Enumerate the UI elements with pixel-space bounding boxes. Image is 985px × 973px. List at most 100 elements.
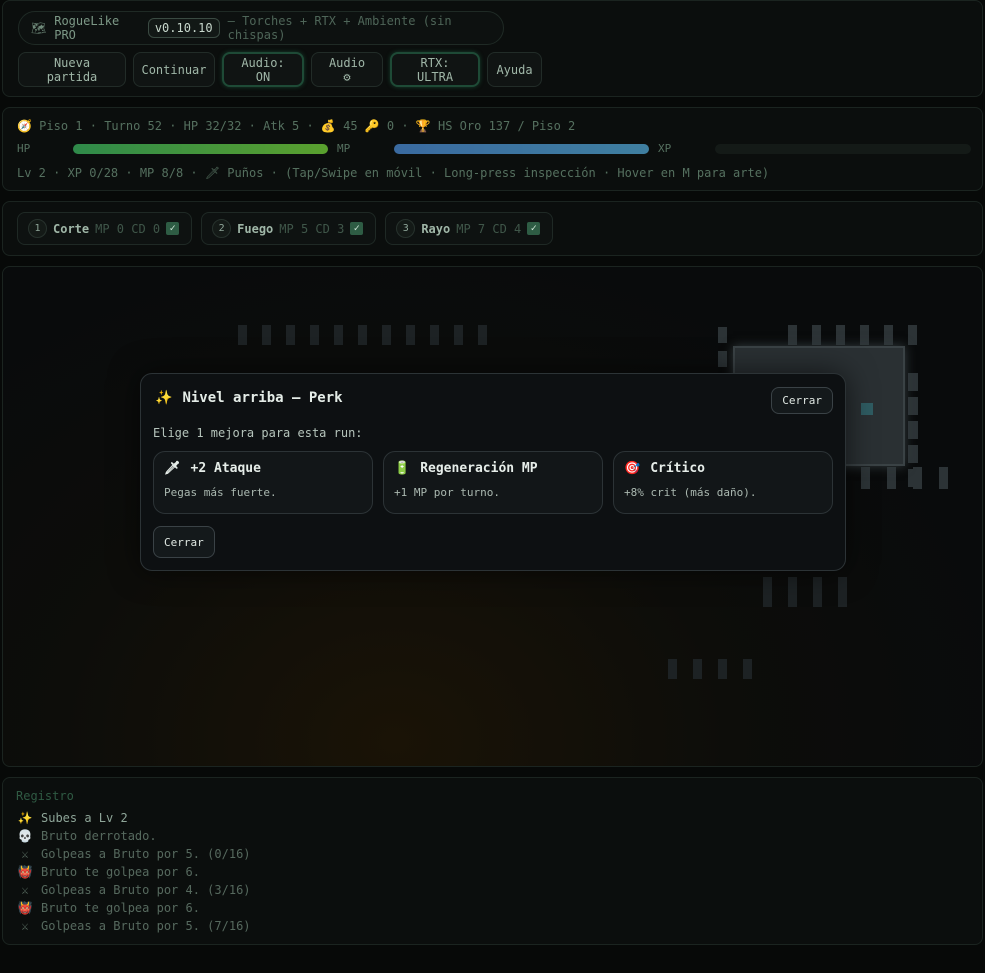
modal-title: ✨ Nivel arriba — Perk	[155, 390, 343, 406]
header-panel: 🗺 RogueLike PRO v0.10.10 — Torches + RTX…	[2, 0, 983, 97]
perk-mp-regen[interactable]: 🔋 Regeneración MP +1 MP por turno.	[383, 451, 603, 514]
skill-key: 1	[28, 219, 47, 238]
wall-tile	[887, 467, 896, 489]
skill-meta: MP 5 CD 3	[279, 221, 345, 236]
wall-tile	[334, 325, 343, 345]
battery-icon: 🔋	[394, 461, 411, 476]
dagger-icon: 🗡	[164, 461, 181, 476]
wall-tile	[860, 325, 869, 345]
xp-bar	[715, 144, 971, 154]
level-line: Lv 2 · XP 0/28 · MP 8/8 · 🗡 Puños · (Tap…	[17, 166, 770, 180]
swords-icon: ⚔	[21, 919, 29, 933]
log-text: Golpeas a Bruto por 5. (7/16)	[41, 919, 251, 933]
xp-label: XP	[658, 142, 672, 155]
sparkles-icon: ✨	[155, 390, 173, 406]
modal-subtitle: Elige 1 mejora para esta run:	[153, 426, 363, 440]
log-panel: Registro ✨ Subes a Lv 2 💀 Bruto derrotado.…	[2, 777, 983, 945]
room-item	[861, 403, 873, 415]
wall-tile	[262, 325, 271, 345]
log-entry: ⚔ Golpeas a Bruto por 4. (3/16)	[17, 881, 251, 899]
wall-tile	[454, 325, 463, 345]
wall-tile	[430, 325, 439, 345]
audio-settings-button[interactable]: Audio ⚙	[311, 52, 383, 87]
checkbox-icon[interactable]: ✓	[166, 222, 180, 235]
close-button-bottom[interactable]: Cerrar	[153, 526, 215, 558]
perk-critical[interactable]: 🎯 Crítico +8% crit (más daño).	[613, 451, 833, 514]
audio-toggle-button[interactable]: Audio: ON	[222, 52, 304, 87]
skills-panel: 1 Corte MP 0 CD 0 ✓ 2 Fuego MP 5 CD 3 ✓ …	[2, 201, 983, 256]
wall-tile	[743, 659, 752, 679]
log-entry: 💀 Bruto derrotado.	[17, 827, 251, 845]
log-entry: ⚔ Golpeas a Bruto por 5. (7/16)	[17, 917, 251, 935]
log-text: Bruto te golpea por 6.	[41, 865, 200, 879]
wall-tile	[668, 659, 677, 679]
wall-tile	[908, 421, 918, 439]
wall-tile	[836, 325, 845, 345]
skill-name: Rayo	[421, 221, 451, 236]
perk-name: Crítico	[650, 461, 705, 476]
skill-key: 3	[396, 219, 416, 238]
wall-tile	[908, 325, 917, 345]
swords-icon: ⚔	[21, 883, 29, 897]
continue-button[interactable]: Continuar	[133, 52, 215, 87]
map-icon: 🗺	[31, 21, 47, 35]
wall-tile	[718, 327, 727, 343]
sparkles-icon: ✨	[17, 811, 33, 825]
perk-attack[interactable]: 🗡 +2 Ataque Pegas más fuerte.	[153, 451, 373, 514]
wall-tile	[763, 577, 772, 607]
checkbox-icon[interactable]: ✓	[527, 222, 541, 235]
rtx-button[interactable]: RTX: ULTRA	[390, 52, 480, 87]
log-entry: 👹 Bruto te golpea por 6.	[17, 863, 251, 881]
perk-name: +2 Ataque	[190, 461, 261, 476]
level-up-modal: ✨ Nivel arriba — Perk Cerrar Elige 1 mej…	[140, 373, 846, 571]
status-line: 🧭 Piso 1 · Turno 52 · HP 32/32 · Atk 5 ·…	[17, 119, 576, 133]
skill-name: Fuego	[237, 221, 274, 236]
skill-rayo[interactable]: 3 Rayo MP 7 CD 4 ✓	[385, 212, 554, 245]
wall-tile	[358, 325, 367, 345]
help-button[interactable]: Ayuda	[487, 52, 542, 87]
wall-tile	[286, 325, 295, 345]
wall-tile	[406, 325, 415, 345]
log-entry: ⚔ Golpeas a Bruto por 5. (0/16)	[17, 845, 251, 863]
target-icon: 🎯	[624, 461, 641, 476]
log-entry: 👹 Bruto te golpea por 6.	[17, 899, 251, 917]
close-button-top[interactable]: Cerrar	[771, 387, 833, 414]
log-title: Registro	[16, 789, 74, 803]
skill-fuego[interactable]: 2 Fuego MP 5 CD 3 ✓	[201, 212, 377, 245]
new-game-button[interactable]: Nueva partida	[18, 52, 126, 87]
wall-tile	[718, 659, 727, 679]
log-text: Bruto derrotado.	[41, 829, 157, 843]
mp-bar-fill	[394, 144, 649, 154]
swords-icon: ⚔	[21, 847, 29, 861]
toolbar: Nueva partida Continuar Audio: ON Audio …	[18, 52, 542, 87]
wall-tile	[939, 467, 948, 489]
wall-tile	[382, 325, 391, 345]
wall-tile	[838, 577, 847, 607]
app-name: RogueLike PRO	[54, 14, 120, 42]
stats-panel: 🧭 Piso 1 · Turno 52 · HP 32/32 · Atk 5 ·…	[2, 107, 983, 191]
skill-key: 2	[212, 219, 232, 238]
log-text: Golpeas a Bruto por 4. (3/16)	[41, 883, 251, 897]
log-list: ✨ Subes a Lv 2 💀 Bruto derrotado. ⚔ Golpeas…	[17, 809, 251, 935]
checkbox-icon[interactable]: ✓	[350, 222, 364, 235]
skull-icon: 💀	[17, 829, 33, 843]
wall-tile	[884, 325, 893, 345]
mp-bar	[394, 144, 649, 154]
modal-title-text: Nivel arriba — Perk	[182, 390, 343, 406]
log-text: Golpeas a Bruto por 5. (0/16)	[41, 847, 251, 861]
log-entry: ✨ Subes a Lv 2	[17, 809, 251, 827]
perk-desc: Pegas más fuerte.	[164, 486, 277, 499]
wall-tile	[478, 325, 487, 345]
log-text: Bruto te golpea por 6.	[41, 901, 200, 915]
skill-meta: MP 7 CD 4	[456, 221, 522, 236]
perk-name: Regeneración MP	[420, 461, 538, 476]
title-bar: 🗺 RogueLike PRO v0.10.10 — Torches + RTX…	[18, 11, 504, 45]
wall-tile	[812, 325, 821, 345]
wall-tile	[788, 577, 797, 607]
ogre-icon: 👹	[17, 865, 33, 879]
skill-corte[interactable]: 1 Corte MP 0 CD 0 ✓	[17, 212, 193, 245]
wall-tile	[908, 397, 918, 415]
perk-desc: +8% crit (más daño).	[624, 486, 757, 499]
mp-label: MP	[337, 142, 351, 155]
wall-tile	[693, 659, 702, 679]
